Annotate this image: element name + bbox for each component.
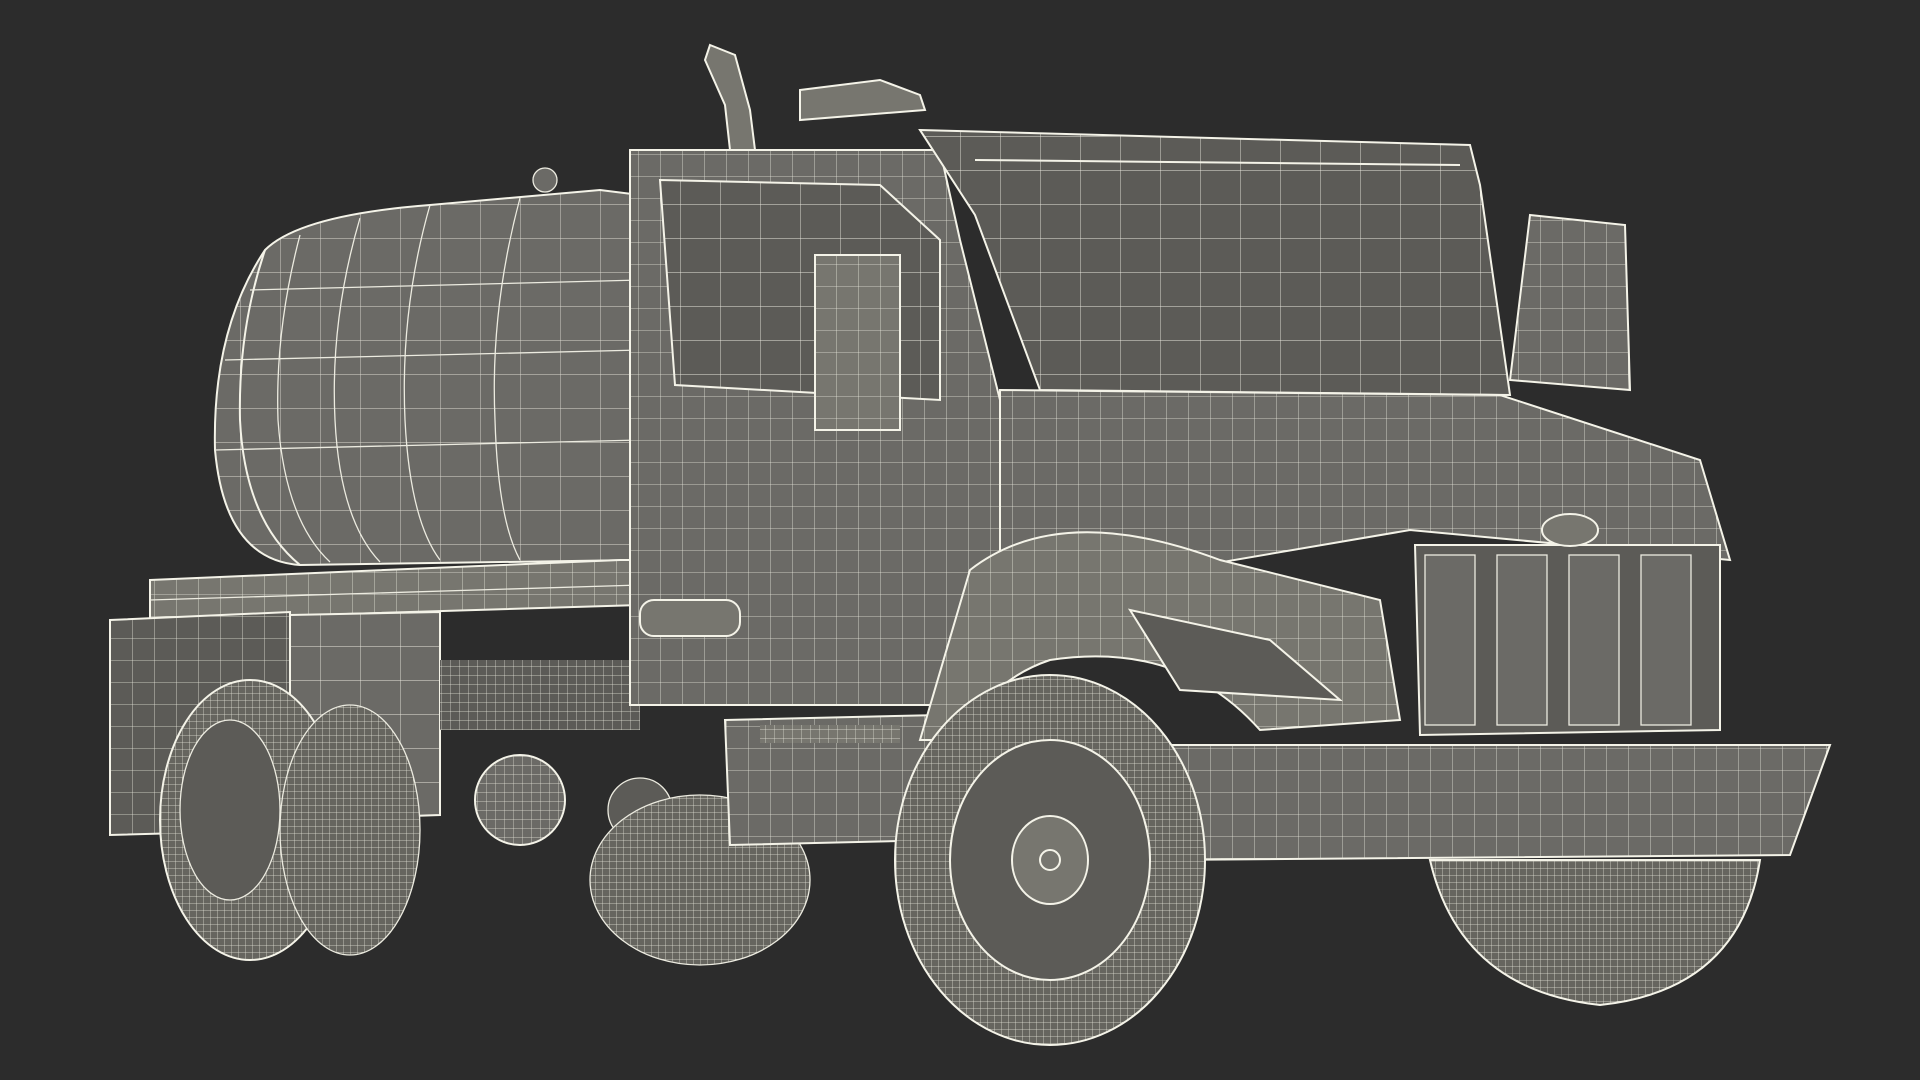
windshield xyxy=(918,128,1512,397)
front-wheel xyxy=(894,674,1206,1046)
tank xyxy=(213,167,641,567)
right-mirror xyxy=(1508,213,1632,392)
side-mirror xyxy=(814,254,901,431)
exhaust-stack xyxy=(703,43,927,151)
grille xyxy=(1413,513,1721,737)
front-bumper xyxy=(1138,744,1832,862)
far-front-wheel xyxy=(1428,859,1762,1007)
viewport xyxy=(0,0,1920,1080)
truck-wireframe-render xyxy=(109,43,1832,1046)
rear-wheel-left xyxy=(159,679,421,961)
rear-platform xyxy=(149,559,641,622)
